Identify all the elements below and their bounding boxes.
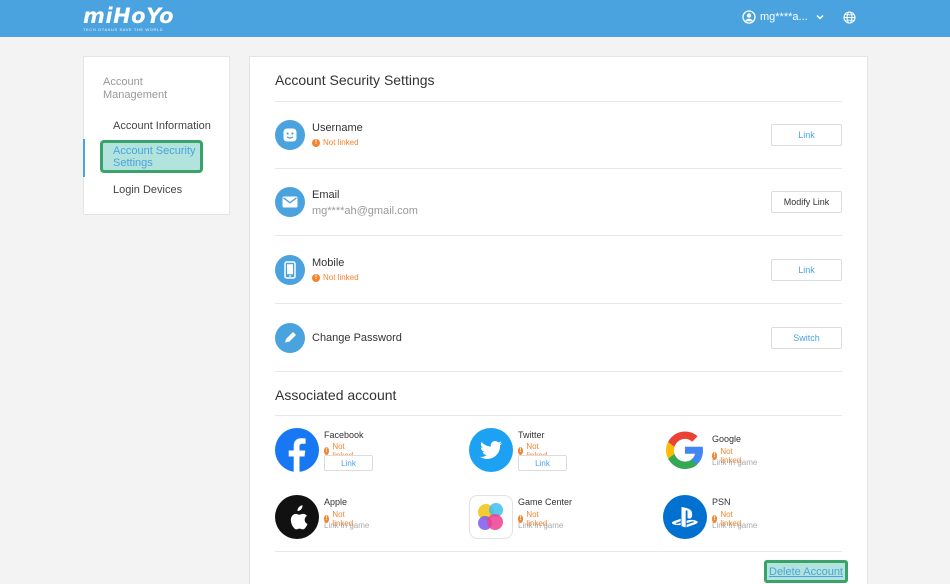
facebook-link-button[interactable]: Link	[324, 455, 373, 471]
service-name: Facebook	[324, 430, 364, 440]
active-indicator	[83, 139, 85, 177]
email-modify-link-button[interactable]: Modify Link	[771, 191, 842, 213]
sidebar-heading: Account Management	[103, 76, 168, 101]
service-name: Google	[712, 434, 742, 444]
game-center-icon	[469, 495, 513, 539]
email-label: Email	[312, 189, 340, 201]
sidebar-item-login-devices[interactable]: Login Devices	[113, 184, 182, 196]
service-hint: Link in game	[518, 521, 564, 530]
logo-text: miHoYo	[83, 4, 175, 28]
smile-icon	[275, 120, 305, 150]
apple-icon	[275, 495, 319, 539]
service-hint: Link in game	[712, 521, 758, 530]
service-name: Game Center	[518, 497, 573, 507]
divider	[275, 371, 842, 372]
sidebar-item-account-security-settings[interactable]: Account Security Settings	[100, 140, 203, 173]
associated-title: Associated account	[275, 387, 397, 403]
delete-account-link[interactable]: Delete Account	[764, 560, 848, 583]
globe-icon[interactable]	[843, 11, 856, 29]
warning-icon: !	[312, 273, 320, 282]
status-text: Not linked	[323, 138, 359, 147]
twitter-icon	[469, 428, 513, 472]
warning-icon: !	[312, 138, 320, 147]
status-text: Not linked	[323, 273, 359, 282]
service-name: PSN	[712, 497, 731, 507]
main-panel: Account Security Settings Username ! Not…	[249, 56, 868, 584]
divider	[275, 235, 842, 236]
divider	[275, 168, 842, 169]
twitter-link-button[interactable]: Link	[518, 455, 567, 471]
facebook-icon	[275, 428, 319, 472]
divider	[275, 303, 842, 304]
divider	[275, 551, 842, 552]
user-circle-icon	[742, 10, 756, 24]
mobile-label: Mobile	[312, 257, 345, 269]
username-link-button[interactable]: Link	[771, 124, 842, 146]
username-label: Username	[312, 122, 363, 134]
mobile-status: ! Not linked	[312, 273, 359, 282]
user-menu[interactable]: mg****a...	[742, 10, 824, 24]
email-value: mg****ah@gmail.com	[312, 205, 418, 217]
envelope-icon	[275, 187, 305, 217]
google-icon	[663, 428, 707, 472]
username-status: ! Not linked	[312, 138, 359, 147]
change-password-switch-button[interactable]: Switch	[771, 327, 842, 349]
warning-icon: !	[324, 447, 330, 455]
logo-tagline: TECH OTAKUS SAVE THE WORLD	[83, 27, 164, 32]
section-title: Account Security Settings	[275, 72, 435, 88]
chevron-down-icon	[816, 14, 824, 20]
service-hint: Link in game	[324, 521, 370, 530]
logo[interactable]: miHoYo TECH OTAKUS SAVE THE WORLD	[83, 5, 174, 32]
service-name: Twitter	[518, 430, 545, 440]
top-bar: miHoYo TECH OTAKUS SAVE THE WORLD mg****…	[0, 0, 950, 37]
service-hint: Link in game	[712, 458, 758, 467]
sidebar: Account Management Account Information A…	[83, 56, 230, 215]
service-name: Apple	[324, 497, 348, 507]
change-password-label: Change Password	[312, 332, 402, 344]
phone-icon	[275, 255, 305, 285]
sidebar-item-account-information[interactable]: Account Information	[113, 120, 211, 132]
username-label: mg****a...	[760, 11, 808, 23]
psn-icon	[663, 495, 707, 539]
divider	[275, 101, 842, 102]
pencil-icon	[275, 323, 305, 353]
warning-icon: !	[518, 447, 524, 455]
mobile-link-button[interactable]: Link	[771, 259, 842, 281]
divider	[275, 415, 842, 416]
